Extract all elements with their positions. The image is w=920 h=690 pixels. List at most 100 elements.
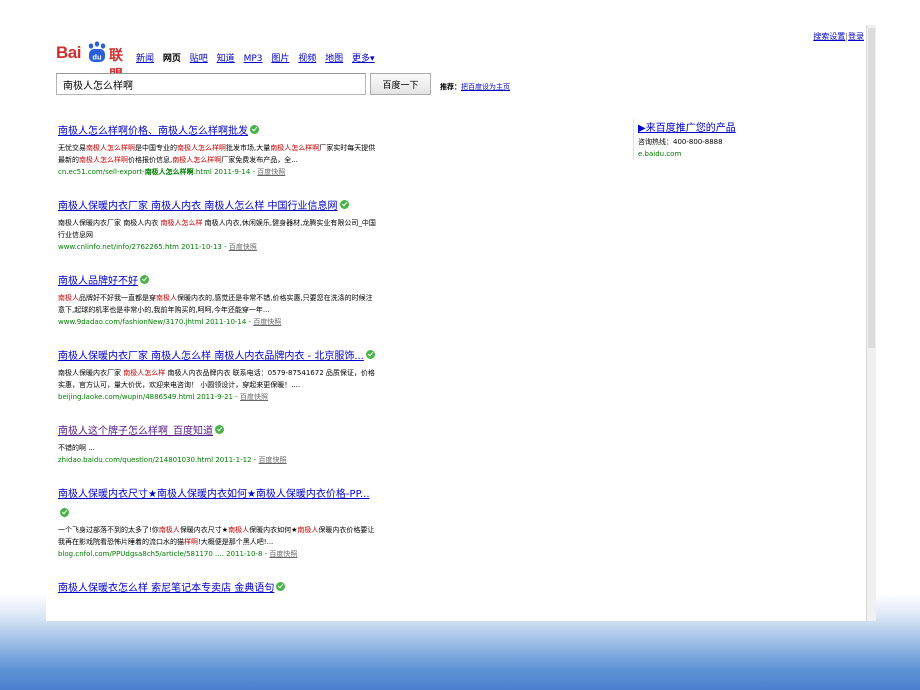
verified-check-icon — [215, 425, 224, 434]
result-snippet: 南极人保暖内衣厂家 南极人内衣 南极人怎么样 南极人内衣,休闲娱乐,健身器材,龙… — [58, 217, 376, 241]
paw-icon: du — [88, 41, 106, 62]
snippet-keyword: 样啊 — [184, 538, 198, 546]
ad-title-link[interactable]: ▶来百度推广您的产品 — [638, 119, 808, 134]
result-title-row: 南极人怎么样啊价格、南极人怎么样啊批发 — [58, 119, 378, 139]
snippet-text: 品牌好不好我一直都是穿 — [79, 294, 156, 302]
snippet-keyword: 南极人怎么样啊 — [86, 144, 135, 152]
result-title-row: 南极人保暖内衣尺寸★南极人保暖内衣如何★南极人保暖内衣价格-PP... — [58, 482, 378, 521]
nav-video[interactable]: 视频 — [298, 54, 316, 64]
logo-du-text: du — [92, 53, 102, 62]
result-title-text: 南极人怎么样啊批发 — [158, 126, 248, 137]
nav-more[interactable]: 更多▾ — [352, 54, 375, 64]
cached-snapshot-link[interactable]: 百度快照 — [257, 168, 285, 176]
snippet-text: 是中国专业的 — [135, 144, 177, 152]
login-link[interactable]: 登录 — [848, 32, 864, 41]
result-url-text: www.cnlinfo.net/info/2762265.htm 2011-10… — [58, 243, 229, 251]
recommend-label: 推荐： — [440, 83, 461, 91]
snippet-text: 保暖内衣尺寸★ — [179, 526, 229, 534]
search-settings-link[interactable]: 搜索设置 — [813, 32, 845, 41]
snippet-keyword: 南极人怎么样啊 — [177, 144, 226, 152]
cached-snapshot-link[interactable]: 百度快照 — [269, 550, 297, 558]
nav-web[interactable]: 网页 — [163, 54, 181, 64]
result-title-text: 南极人保暖内衣厂家 南极人内衣 南极人怎么样 中国行业信息网 — [58, 201, 338, 212]
result-url-line: beijing.laoke.com/wupin/4886549.html 201… — [58, 391, 378, 403]
result-title-text: 南极人这个牌子怎么样啊_百度知道 — [58, 426, 213, 437]
ad-phone: 咨询热线：400-800-8888 — [638, 138, 723, 146]
snippet-text: 南极人保暖内衣厂家 南极人内衣 — [58, 219, 161, 227]
snippet-text: 无忧交易 — [58, 144, 86, 152]
result-title-link[interactable]: 南极人保暖内衣厂家 南极人怎么样 南极人内衣品牌内衣 - 北京服饰... — [58, 351, 364, 362]
scrollbar-thumb[interactable] — [868, 28, 875, 348]
result-url-text: zhidao.baidu.com/question/214801030.html… — [58, 456, 259, 464]
search-button[interactable]: 百度一下 — [370, 73, 431, 95]
result-url-line: blog.cnfol.com/PPUdgsa8ch5/article/58117… — [58, 548, 378, 560]
verified-check-icon — [250, 125, 259, 134]
result-title-link[interactable]: 南极人保暖衣怎么样 索尼笔记本专卖店 金典语句 — [58, 583, 274, 594]
search-result: 南极人怎么样啊价格、南极人怎么样啊批发 无忧交易南极人怎么样啊是中国专业的南极人怎… — [58, 119, 378, 178]
search-result: 南极人保暖内衣厂家 南极人内衣 南极人怎么样 中国行业信息网 南极人保暖内衣厂家 … — [58, 194, 378, 253]
logo-bai-text: Bai — [56, 43, 81, 62]
search-input[interactable] — [56, 73, 366, 95]
search-category-nav: 新闻 网页 贴吧 知道 MP3 图片 视频 地图 更多▾ — [136, 51, 381, 64]
result-url-text: blog.cnfol.com/PPUdgsa8ch5/article/58117… — [58, 550, 270, 558]
result-title-link[interactable]: 南极人品牌好不好 — [58, 276, 138, 287]
ad-title-text: 来百度推广您的产品 — [645, 123, 736, 134]
search-result: 南极人品牌好不好南极人品牌好不好我一直都是穿南极人保暖内衣的,感觉还是非常不错,… — [58, 269, 378, 328]
result-title-text: 南极人怎么样啊价格 — [58, 126, 148, 137]
result-url-keyword: 南极人怎么样啊 — [144, 168, 194, 176]
result-url-line: www.cnlinfo.net/info/2762265.htm 2011-10… — [58, 241, 378, 253]
snippet-keyword: 南极人 — [297, 526, 319, 534]
result-url-text: cn.ec51.com/sell-export- — [58, 168, 145, 176]
ad-url[interactable]: e.baidu.com — [638, 148, 808, 160]
result-snippet: 不错的啊 ... — [58, 442, 376, 454]
result-url-text: beijing.laoke.com/wupin/4886549.html 201… — [58, 393, 240, 401]
result-url-line: zhidao.baidu.com/question/214801030.html… — [58, 454, 378, 466]
result-snippet: 一个飞身过部落不到的太多了!你南极人保暖内衣尺寸★南极人保暖内衣如何★南极人保暖… — [58, 524, 376, 548]
cached-snapshot-link[interactable]: 百度快照 — [253, 318, 281, 326]
result-title-row: 南极人这个牌子怎么样啊_百度知道 — [58, 419, 378, 439]
result-title-row: 南极人品牌好不好 — [58, 269, 378, 289]
snippet-keyword: 南极人 — [156, 294, 177, 302]
snippet-text: 南极人保暖内衣厂家 — [58, 369, 124, 377]
cached-snapshot-link[interactable]: 百度快照 — [240, 393, 268, 401]
snippet-keyword: 南极人怎么样啊 — [172, 156, 222, 164]
result-title-link[interactable]: 南极人保暖内衣尺寸★南极人保暖内衣如何★南极人保暖内衣价格-PP... — [58, 489, 370, 500]
result-snippet: 南极人品牌好不好我一直都是穿南极人保暖内衣的,感觉还是非常不错,价格实惠,只要您… — [58, 292, 376, 316]
snippet-keyword: 南极人 — [158, 526, 180, 534]
verified-check-icon — [339, 200, 349, 209]
result-title-row: 南极人保暖衣怎么样 索尼笔记本专卖店 金典语句 — [58, 576, 378, 596]
snippet-text: 一个飞身过部落不到的太多了!你 — [58, 526, 159, 534]
nav-news[interactable]: 新闻 — [136, 54, 154, 64]
result-url-text: .html 2011-9-14 - — [193, 168, 258, 176]
browser-page: 搜索设置|登录 Bai du 联盟 新闻 网页 贴吧 知道 MP3 图片 视频 … — [46, 25, 876, 621]
nav-tieba[interactable]: 贴吧 — [190, 54, 208, 64]
snippet-text: 保暖内衣如何★ — [249, 526, 298, 534]
result-url-line: www.9dadao.com/fashionNew/3170.jhtml 201… — [58, 316, 378, 328]
vertical-scrollbar[interactable] — [866, 25, 876, 621]
result-title-link[interactable]: 南极人这个牌子怎么样啊_百度知道 — [58, 426, 213, 437]
snippet-keyword: 南极人怎么样啊 — [79, 156, 128, 164]
snippet-text: 厂家免费发布产品，全... — [221, 156, 298, 164]
result-snippet: 无忧交易南极人怎么样啊是中国专业的南极人怎么样啊批发市场,大量南极人怎么样啊厂家… — [58, 142, 376, 166]
result-title-text: 南极人保暖内衣厂家 南极人怎么样 南极人内衣品牌内衣 - 北京服饰... — [58, 351, 364, 362]
result-title-link[interactable]: 南极人怎么样啊价格、南极人怎么样啊批发 — [58, 126, 248, 137]
cached-snapshot-link[interactable]: 百度快照 — [259, 456, 287, 464]
verified-check-icon — [365, 350, 375, 359]
recommend-bar: 推荐：把百度设为主页 — [440, 82, 510, 92]
nav-mp3[interactable]: MP3 — [244, 54, 263, 64]
result-title-row: 南极人保暖内衣厂家 南极人怎么样 南极人内衣品牌内衣 - 北京服饰... — [58, 344, 378, 364]
result-title-link[interactable]: 南极人保暖内衣厂家 南极人内衣 南极人怎么样 中国行业信息网 — [58, 201, 338, 212]
nav-zhidao[interactable]: 知道 — [217, 54, 235, 64]
nav-map[interactable]: 地图 — [325, 54, 343, 64]
snippet-text: !大概便是那个黑人吧!... — [198, 538, 274, 546]
snippet-text: 批发市场,大量 — [226, 144, 271, 152]
search-result: 南极人这个牌子怎么样啊_百度知道不错的啊 ... zhidao.baidu.com… — [58, 419, 378, 466]
cached-snapshot-link[interactable]: 百度快照 — [229, 243, 257, 251]
nav-images[interactable]: 图片 — [271, 54, 289, 64]
ad-sidebar: ▶来百度推广您的产品 咨询热线：400-800-8888 e.baidu.com — [633, 119, 808, 160]
snippet-keyword: 南极人怎么样啊 — [270, 144, 320, 152]
search-result: 南极人保暖衣怎么样 索尼笔记本专卖店 金典语句 — [58, 576, 378, 596]
search-result: 南极人保暖内衣厂家 南极人怎么样 南极人内衣品牌内衣 - 北京服饰... 南极人保… — [58, 344, 378, 403]
set-homepage-link[interactable]: 把百度设为主页 — [461, 83, 510, 91]
verified-check-icon — [60, 508, 69, 517]
